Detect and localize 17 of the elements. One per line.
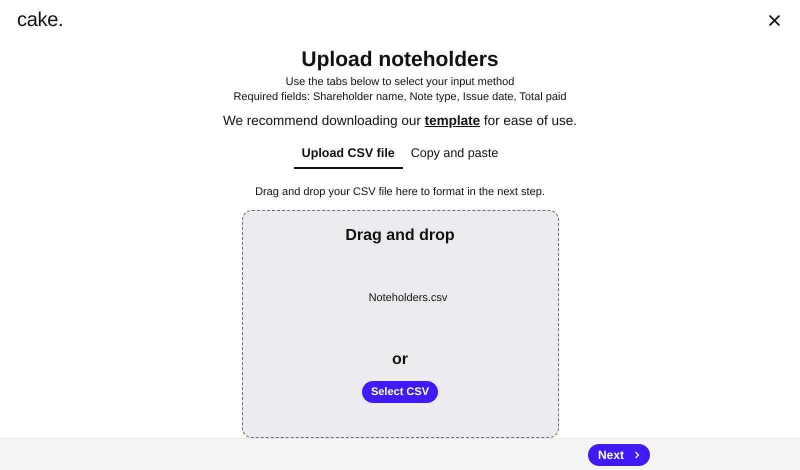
drop-zone-title: Drag and drop xyxy=(345,227,455,246)
close-icon[interactable] xyxy=(769,15,780,26)
drop-hint: Drag and drop your CSV file here to format in the next step. xyxy=(255,185,545,200)
tab[interactable]: Copy and paste xyxy=(402,140,506,170)
next-button[interactable]: Next xyxy=(588,444,650,466)
instruction-text: Use the tabs below to select your input method xyxy=(286,76,514,90)
recommendation-text: We recommend downloading our template for ease of use. xyxy=(223,112,577,130)
page-title: Upload noteholders xyxy=(301,47,499,74)
select-csv-button[interactable]: Select CSV xyxy=(362,381,438,404)
drop-zone[interactable]: Drag and drop Noteholders.csv or Select CSV xyxy=(242,210,558,438)
chevron-right-icon xyxy=(634,450,640,459)
logo: cake. xyxy=(17,9,64,32)
tab[interactable]: Upload CSV file xyxy=(294,140,403,170)
template-link[interactable]: template xyxy=(424,113,480,128)
file-name: Noteholders.csv xyxy=(368,291,448,306)
instruction-text: Required fields: Shareholder name, Note type, Issue date, Total paid xyxy=(233,91,567,104)
separator-text: or xyxy=(392,351,408,370)
